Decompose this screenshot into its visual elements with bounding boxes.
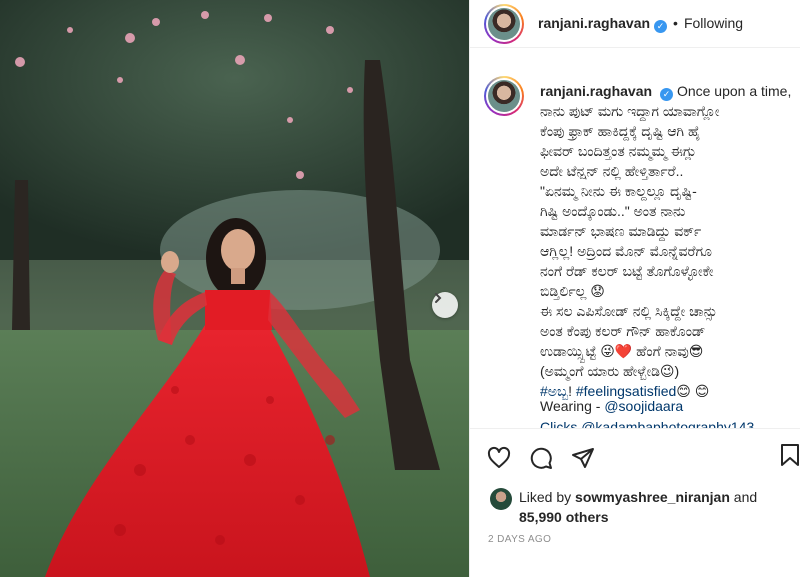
photo-credit-partial[interactable]: Clicks @kadambaphotography143 xyxy=(540,419,754,428)
caption-line: ನಂಗೆ ರೆಡ್ ಕಲರ್ ಬಟ್ಟೆ ತೊಗೊಳ್ಳೋಕೇ xyxy=(540,263,714,279)
caption-text: ranjani.raghavan ✓ Once upon a time, ನಾನು… xyxy=(540,81,795,401)
caption-line: ಈ ಸಲ ಎಪಿಸೋಡ್ ನಲ್ಲಿ ಸಿಕ್ಕಿದ್ದೇ ಚಾನ್ಸು xyxy=(540,303,718,319)
caption-line: ಉಡಾಯ್ಸ್ಬಿಟ್ಟೆ 😜❤️ ಹೆಂಗೆ ನಾವು😎 xyxy=(540,343,704,359)
post-timestamp[interactable]: 2 DAYS AGO xyxy=(488,534,551,545)
caption-line: "ಏನಮ್ಮ ನೀನು ಈ ಕಾಲ್ದಲ್ಲೂ ದೃಷ್ಟಿ- xyxy=(540,183,697,199)
bookmark-icon xyxy=(781,444,799,466)
header-avatar[interactable] xyxy=(484,4,524,44)
caption-line: ಬಿಡ್ತಿರ್ಲಿಲ್ಲ 😟 xyxy=(540,283,605,299)
verified-badge-icon: ✓ xyxy=(654,20,668,33)
post-photo[interactable] xyxy=(0,0,469,577)
caption-scroll-area[interactable]: ranjani.raghavan ✓ Once upon a time, ನಾನು… xyxy=(470,70,800,428)
caption-line: ಅಂತ ಕೆಂಪು ಕಲರ್ ಗೌನ್ ಹಾಕೊಂಡ್ xyxy=(540,323,706,339)
hashtag-emoji: 😊 😊 xyxy=(676,383,710,399)
caption-line: ಅದೇ ಟೆನ್ಷನ್ ನಲ್ಲಿ ಹೇಳ್ತಿರ್ತಾರೆ.. xyxy=(540,163,684,179)
like-button[interactable] xyxy=(486,445,512,471)
wearing-credit: Wearing - @soojidaara xyxy=(540,398,683,414)
photo-illustration xyxy=(0,0,469,577)
caption-line: (ಅಮ್ಮಂಗೆ ಯಾರು ಹೇಳ್ಬೇಡಿ😉) xyxy=(540,363,680,379)
header-separator: • xyxy=(673,15,678,31)
likes-prefix: Liked by xyxy=(519,489,576,505)
header-username[interactable]: ranjani.raghavan xyxy=(538,15,650,31)
likes-middle: and xyxy=(729,489,758,505)
next-photo-button[interactable] xyxy=(432,292,458,318)
caption-line: ನಾನು ಪುಟ್ ಮಗು ಇದ್ದಾಗ ಯಾವಾಗ್ಲೋ xyxy=(540,103,720,119)
chevron-right-icon xyxy=(435,293,442,303)
caption-avatar[interactable] xyxy=(484,76,524,116)
liker-username[interactable]: sowmyashree_niranjan xyxy=(575,489,730,505)
action-bar xyxy=(486,443,596,473)
mention-link[interactable]: @soojidaara xyxy=(604,398,683,414)
caption-line: ಫೀವರ್ ಬಂದಿತ್ತಂತ ನಮ್ಮಮ್ಮ ಈಗ್ಲು xyxy=(540,143,697,159)
post-side-panel: ranjani.raghavan ✓ • Following ranjani.ragh… xyxy=(469,0,800,577)
following-button[interactable]: Following xyxy=(684,15,743,31)
likes-summary: Liked by sowmyashree_niranjan and 85,990… xyxy=(490,487,757,527)
heart-icon xyxy=(487,446,511,468)
caption-line: ಕೆಂಪು ಫ್ರಾಕ್ ಹಾಕಿದ್ದಕ್ಕೆ ದೃಷ್ಟಿ ಆಗಿ ಹೈ xyxy=(540,123,701,139)
comment-button[interactable] xyxy=(528,445,554,471)
share-icon xyxy=(572,448,594,468)
liker-avatar[interactable] xyxy=(490,488,512,510)
caption-line: ಮಾರ್ಡನ್ ಭಾಷಣ ಮಾಡಿದ್ದು ವರ್ಕ್ xyxy=(540,223,702,239)
caption-line: ಗಿಷ್ಟಿ ಅಂದ್ಕೊಂಡು.." ಅಂತ ನಾನು xyxy=(540,203,686,219)
caption-line: ಆಗ್ಲಿಲ್ಲ! ಅದ್ರಿಂದ ಮೊನ್ ಮೊನ್ನೆವರೆಗೂ xyxy=(540,243,712,259)
hashtag-link[interactable]: #ಅಬ್ಬ xyxy=(540,383,568,399)
save-button[interactable] xyxy=(778,443,800,469)
share-button[interactable] xyxy=(570,445,596,471)
likes-count[interactable]: 85,990 others xyxy=(519,509,609,525)
verified-badge-icon: ✓ xyxy=(660,88,674,101)
comment-icon xyxy=(530,447,552,469)
wearing-label: Wearing - xyxy=(540,398,605,414)
divider xyxy=(470,428,800,429)
hashtag-separator: ! xyxy=(568,383,576,399)
post-header: ranjani.raghavan ✓ • Following xyxy=(470,0,800,48)
hashtag-link[interactable]: #feelingsatisfied xyxy=(576,383,676,399)
caption-username[interactable]: ranjani.raghavan xyxy=(540,83,652,99)
caption-line: Once upon a time, xyxy=(676,83,792,99)
